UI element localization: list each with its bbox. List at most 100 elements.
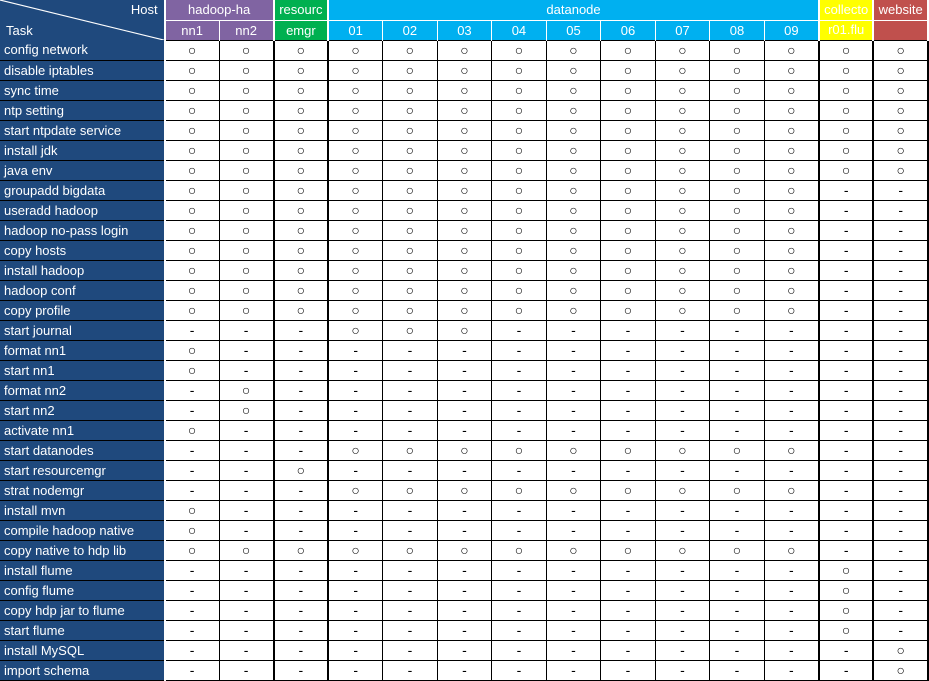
cell	[546, 340, 601, 360]
task-label: copy native to hdp lib	[0, 540, 165, 560]
cell	[873, 500, 928, 520]
cell	[328, 600, 383, 620]
cell	[437, 660, 492, 680]
cell	[383, 500, 438, 520]
cell	[165, 300, 220, 320]
cell	[274, 460, 329, 480]
cell	[546, 380, 601, 400]
cell	[710, 340, 765, 360]
task-row: ntp setting	[0, 100, 928, 120]
cell	[437, 160, 492, 180]
cell	[219, 520, 274, 540]
cell	[437, 380, 492, 400]
task-row: groupadd bigdata	[0, 180, 928, 200]
cell	[655, 300, 710, 320]
cell	[764, 600, 819, 620]
cell	[710, 560, 765, 580]
cell	[274, 500, 329, 520]
host-2-4: 05	[546, 20, 601, 40]
cell	[437, 60, 492, 80]
cell	[437, 540, 492, 560]
cell	[546, 320, 601, 340]
cell	[328, 380, 383, 400]
cell	[219, 340, 274, 360]
cell	[819, 640, 874, 660]
cell	[492, 500, 547, 520]
cell	[764, 40, 819, 60]
cell	[165, 280, 220, 300]
cell	[710, 520, 765, 540]
cell	[546, 640, 601, 660]
cell	[655, 660, 710, 680]
cell	[873, 140, 928, 160]
task-row: copy profile	[0, 300, 928, 320]
cell	[383, 620, 438, 640]
task-label: ntp setting	[0, 100, 165, 120]
cell	[165, 440, 220, 460]
host-2-7: 08	[710, 20, 765, 40]
cell	[873, 600, 928, 620]
cell	[383, 580, 438, 600]
cell	[492, 480, 547, 500]
cell	[655, 60, 710, 80]
cell	[546, 220, 601, 240]
cell	[383, 420, 438, 440]
cell	[655, 40, 710, 60]
cell	[274, 660, 329, 680]
cell	[819, 540, 874, 560]
cell	[819, 220, 874, 240]
cell	[328, 280, 383, 300]
cell	[601, 260, 656, 280]
cell	[165, 340, 220, 360]
cell	[492, 660, 547, 680]
cell	[819, 400, 874, 420]
cell	[655, 620, 710, 640]
cell	[655, 320, 710, 340]
cell	[764, 260, 819, 280]
cell	[492, 620, 547, 640]
cell	[655, 80, 710, 100]
cell	[165, 400, 220, 420]
cell	[219, 440, 274, 460]
cell	[655, 280, 710, 300]
cell	[601, 540, 656, 560]
cell	[546, 240, 601, 260]
cell	[546, 500, 601, 520]
cell	[165, 60, 220, 80]
task-label: install hadoop	[0, 260, 165, 280]
task-row: config network	[0, 40, 928, 60]
cell	[165, 80, 220, 100]
cell	[328, 100, 383, 120]
cell	[601, 400, 656, 420]
task-label: start nn1	[0, 360, 165, 380]
cell	[819, 200, 874, 220]
cell	[437, 260, 492, 280]
cell	[546, 160, 601, 180]
cell	[165, 260, 220, 280]
task-row: format nn2	[0, 380, 928, 400]
cell	[165, 540, 220, 560]
corner-host-label: Host	[131, 2, 158, 17]
cell	[219, 540, 274, 560]
cell	[873, 400, 928, 420]
cell	[710, 660, 765, 680]
cell	[437, 140, 492, 160]
cell	[328, 560, 383, 580]
task-row: strat nodemgr	[0, 480, 928, 500]
cell	[165, 620, 220, 640]
task-row: copy native to hdp lib	[0, 540, 928, 560]
cell	[546, 560, 601, 580]
task-row: hadoop no-pass login	[0, 220, 928, 240]
cell	[873, 360, 928, 380]
cell	[601, 640, 656, 660]
cell	[165, 640, 220, 660]
cell	[328, 360, 383, 380]
matrix-header: HostTaskhadoop-haresourcdatanodecollecto…	[0, 0, 928, 40]
cell	[546, 460, 601, 480]
cell	[764, 420, 819, 440]
host-1-0: emgr	[274, 20, 329, 40]
cell	[546, 300, 601, 320]
group-3: collecto	[819, 0, 874, 20]
cell	[764, 340, 819, 360]
cell	[219, 100, 274, 120]
